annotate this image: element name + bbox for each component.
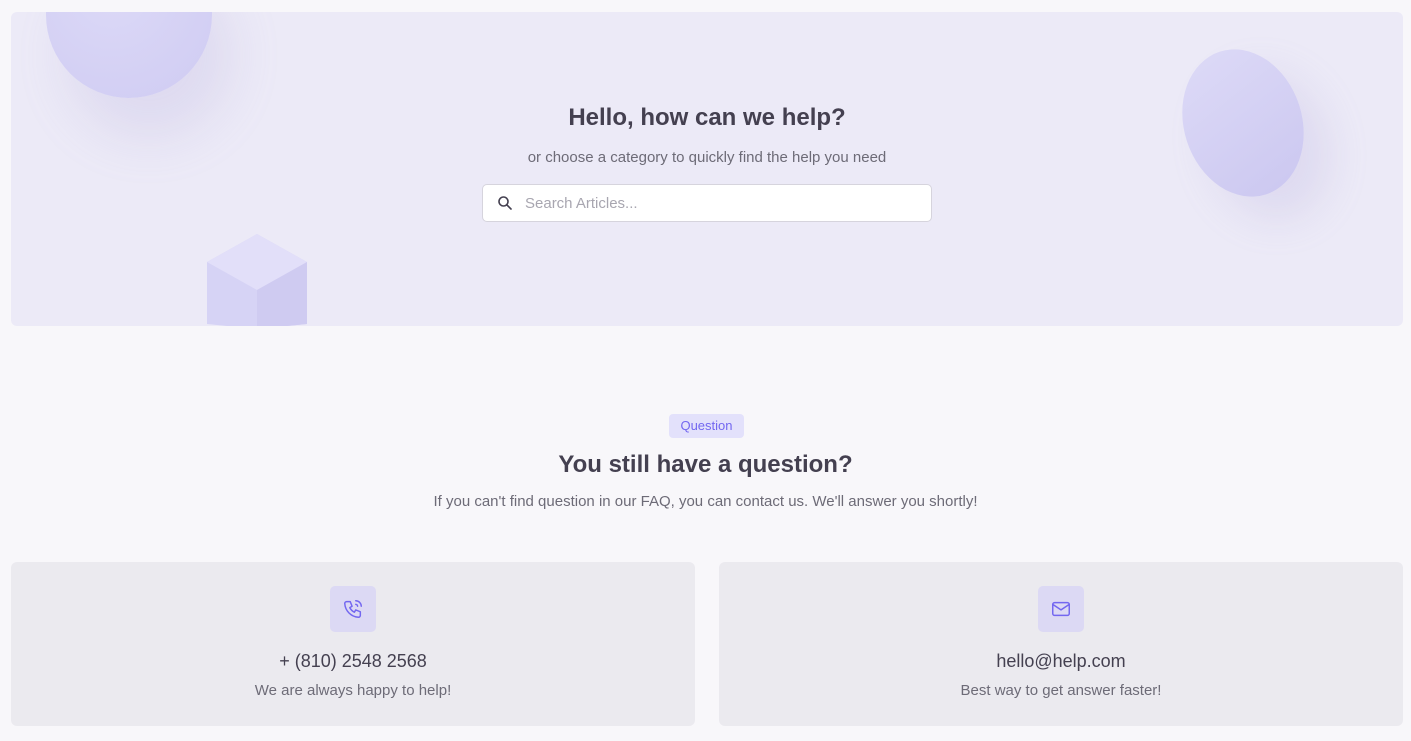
phone-number[interactable]: + (810) 2548 2568 bbox=[11, 651, 695, 672]
search-box[interactable] bbox=[482, 184, 932, 222]
phone-contact-card[interactable]: + (810) 2548 2568 We are always happy to… bbox=[11, 562, 695, 726]
phone-description: We are always happy to help! bbox=[254, 682, 452, 699]
email-contact-card[interactable]: hello@help.com Best way to get answer fa… bbox=[719, 562, 1403, 726]
phone-icon-box bbox=[330, 586, 376, 632]
decorative-sphere bbox=[46, 12, 212, 98]
phone-icon bbox=[344, 600, 362, 618]
mail-icon-box bbox=[1038, 586, 1084, 632]
decorative-cube bbox=[207, 234, 307, 326]
search-input[interactable] bbox=[525, 185, 925, 221]
search-icon bbox=[498, 196, 512, 210]
mail-icon bbox=[1052, 601, 1070, 617]
email-address[interactable]: hello@help.com bbox=[719, 651, 1403, 672]
question-title: You still have a question? bbox=[558, 451, 853, 478]
question-badge: Question bbox=[669, 414, 744, 438]
hero-title: Hello, how can we help? bbox=[568, 104, 846, 131]
hero-subtitle: or choose a category to quickly find the… bbox=[527, 149, 887, 166]
question-subtitle: If you can't find question in our FAQ, y… bbox=[433, 493, 978, 510]
help-hero: Hello, how can we help? or choose a cate… bbox=[11, 12, 1403, 326]
email-description: Best way to get answer faster! bbox=[960, 682, 1162, 699]
